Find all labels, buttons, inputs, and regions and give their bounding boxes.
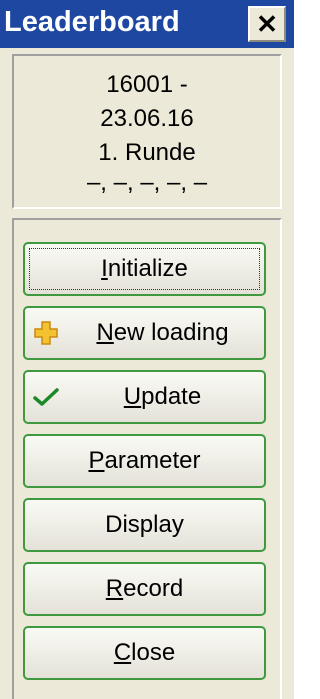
title-bar[interactable]: Leaderboard ✕ [0,0,294,48]
record-button[interactable]: Record [23,562,266,616]
leaderboard-window: Leaderboard ✕ 16001 - 23.06.16 1. Runde … [0,0,294,699]
display-button[interactable]: Display [23,498,266,552]
initialize-button[interactable]: Initialize [23,242,266,296]
info-placeholder-values: –, –, –, –, – [86,169,208,196]
close-label: Close [113,639,176,666]
info-number: 16001 - [106,71,188,98]
record-label: Record [105,575,184,602]
initialize-label: Initialize [101,255,188,282]
update-button[interactable]: Update [23,370,266,424]
info-date: 23.06.16 [100,105,194,132]
new-loading-label: New loading [96,319,229,346]
window-title: Leaderboard [4,6,180,38]
parameter-button[interactable]: Parameter [23,434,266,488]
new-loading-button[interactable]: New loading [23,306,266,360]
close-icon: ✕ [256,8,278,39]
display-label: Display [105,511,184,538]
close-button[interactable]: Close [23,626,266,680]
info-round: 1. Runde [98,139,196,166]
parameter-label: Parameter [88,447,201,474]
close-window-button[interactable]: ✕ [248,6,286,42]
update-label: Update [123,383,202,410]
checkmark-icon [33,388,59,406]
plus-icon [34,321,58,345]
info-panel: 16001 - 23.06.16 1. Runde –, –, –, –, – [12,54,282,209]
